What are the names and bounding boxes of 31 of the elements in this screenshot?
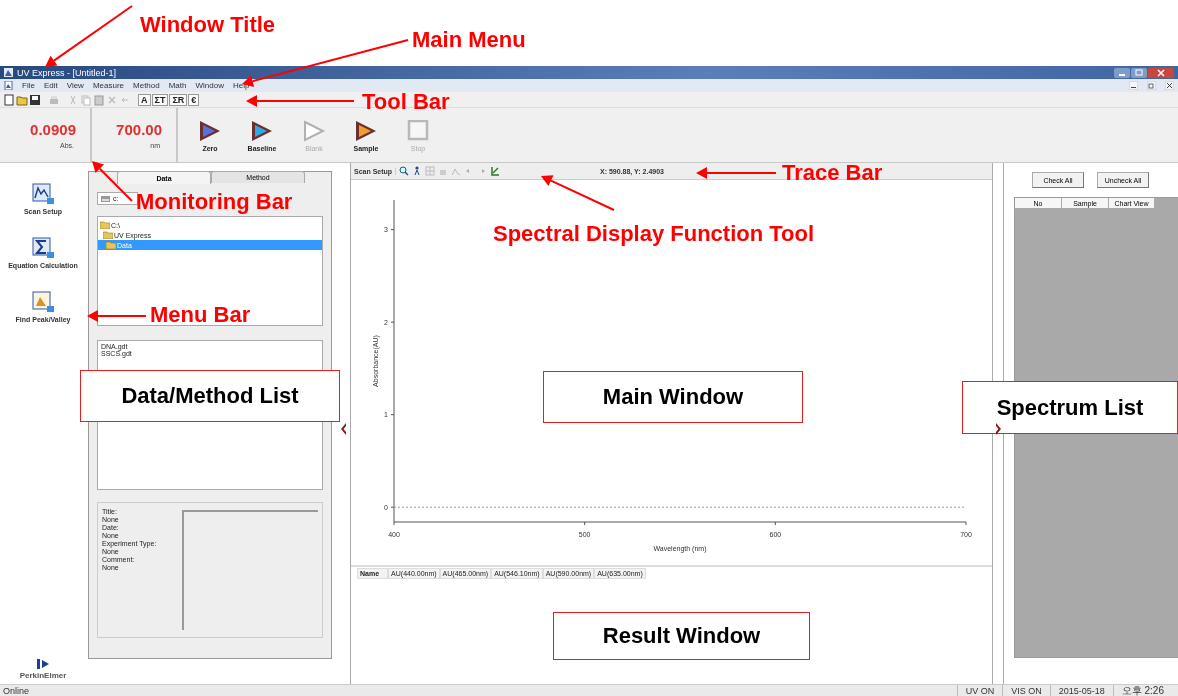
logo-text: PerkinElmer: [19, 671, 67, 680]
menu-item[interactable]: Window: [195, 81, 224, 90]
callout-box: Data/Method List: [80, 370, 340, 422]
window-title: UV Express - [Untitled-1]: [17, 67, 117, 78]
status-text: Online: [3, 685, 29, 696]
callout-box: Result Window: [553, 612, 810, 660]
status-text: 2015-05-18: [1049, 685, 1113, 696]
menu-item[interactable]: Measure: [92, 81, 124, 90]
callout-label: Spectral Display Function Tool: [493, 222, 815, 246]
menu-item[interactable]: File: [22, 81, 35, 90]
toolbar-button[interactable]: ΣR: [169, 93, 188, 106]
status-text: 오후 2:26: [1112, 685, 1172, 696]
callout-label: Menu Bar: [150, 303, 251, 327]
menu-item[interactable]: View: [66, 81, 84, 90]
status-text: UV ON: [956, 685, 1003, 696]
toolbar-button[interactable]: ΣT: [151, 93, 169, 106]
callout-label: Trace Bar: [782, 161, 883, 185]
callout-label: Tool Bar: [362, 90, 450, 114]
reading-value: 700.00: [116, 121, 162, 138]
menu-item[interactable]: Method: [133, 81, 160, 90]
toolbar-button[interactable]: €: [188, 93, 200, 106]
callout-label: Window Title: [140, 13, 276, 37]
callout-label: Main Menu: [412, 28, 526, 52]
callout-box: Spectrum List: [962, 381, 1178, 434]
menu-item[interactable]: Math: [168, 81, 187, 90]
status-text: VIS ON: [1002, 685, 1050, 696]
reading-value: 0.0909: [30, 121, 76, 138]
callout-label: Monitoring Bar: [136, 190, 293, 214]
menu-item[interactable]: Edit: [43, 81, 58, 90]
toolbar-button[interactable]: A: [138, 93, 151, 106]
callout-box: Main Window: [543, 371, 803, 423]
